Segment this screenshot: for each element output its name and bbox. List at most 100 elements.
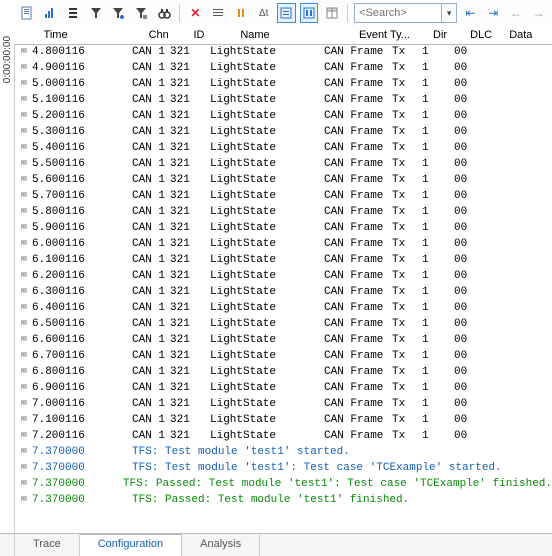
barchart-icon[interactable] [41, 3, 60, 23]
cell-dlc: 1 [422, 366, 454, 378]
toggle-a-icon[interactable] [277, 3, 296, 23]
cell-data: 00 [454, 286, 494, 298]
cell-data: 00 [454, 398, 494, 410]
table-row[interactable]: ✉ 5.500116CAN 1321LightStateCAN FrameTx1… [14, 156, 552, 172]
table-row[interactable]: ✉ 6.000116CAN 1321LightStateCAN FrameTx1… [14, 236, 552, 252]
table-row[interactable]: ✉ 5.300116CAN 1321LightStateCAN FrameTx1… [14, 124, 552, 140]
table-row[interactable]: ✉ 5.900116CAN 1321LightStateCAN FrameTx1… [14, 220, 552, 236]
table-row[interactable]: ✉ 5.200116CAN 1321LightStateCAN FrameTx1… [14, 108, 552, 124]
search-box[interactable]: ▾ [354, 3, 457, 23]
cell-name: LightState [210, 238, 324, 250]
find-prev-icon[interactable]: ← [507, 3, 526, 23]
cell-time: 5.800116 [32, 206, 132, 218]
log-row[interactable]: ✉ 7.370000TFS: Passed: Test module 'test… [14, 476, 552, 492]
header-dir[interactable]: Dir [429, 29, 466, 41]
table-row[interactable]: ✉ 7.200116CAN 1321LightStateCAN FrameTx1… [14, 428, 552, 444]
header-id[interactable]: ID [190, 29, 237, 41]
cell-evt: CAN Frame [324, 318, 392, 330]
filter2-icon[interactable] [109, 3, 128, 23]
table-row[interactable]: ✉ 5.700116CAN 1321LightStateCAN FrameTx1… [14, 188, 552, 204]
cell-time: 6.200116 [32, 270, 132, 282]
table-row[interactable]: ✉ 6.200116CAN 1321LightStateCAN FrameTx1… [14, 268, 552, 284]
table-row[interactable]: ✉ 6.600116CAN 1321LightStateCAN FrameTx1… [14, 332, 552, 348]
toggle-b-icon[interactable] [300, 3, 319, 23]
envelope-icon: ✉ [16, 381, 32, 395]
pause-icon[interactable] [232, 3, 251, 23]
tab-trace[interactable]: Trace [15, 535, 80, 556]
log-row[interactable]: ✉ 7.370000TFS: Test module 'test1': Test… [14, 460, 552, 476]
log-row[interactable]: ✉ 7.370000TFS: Passed: Test module 'test… [14, 492, 552, 508]
cell-dlc: 1 [422, 190, 454, 202]
table-row[interactable]: ✉ 7.100116CAN 1321LightStateCAN FrameTx1… [14, 412, 552, 428]
cell-data: 00 [454, 238, 494, 250]
cell-dir: Tx [392, 414, 422, 426]
collapse-icon[interactable] [63, 3, 82, 23]
cell-dir: Tx [392, 238, 422, 250]
cell-dir: Tx [392, 366, 422, 378]
table-row[interactable]: ✉ 6.100116CAN 1321LightStateCAN FrameTx1… [14, 252, 552, 268]
cell-name: LightState [210, 286, 324, 298]
table-row[interactable]: ✉ 6.300116CAN 1321LightStateCAN FrameTx1… [14, 284, 552, 300]
cell-dlc: 1 [422, 302, 454, 314]
search-dropdown-icon[interactable]: ▾ [441, 4, 456, 22]
table-row[interactable]: ✉ 6.800116CAN 1321LightStateCAN FrameTx1… [14, 364, 552, 380]
table-row[interactable]: ✉ 5.000116CAN 1321LightStateCAN FrameTx1… [14, 76, 552, 92]
cell-data: 00 [454, 382, 494, 394]
cell-dir: Tx [392, 270, 422, 282]
table-row[interactable]: ✉ 6.400116CAN 1321LightStateCAN FrameTx1… [14, 300, 552, 316]
table-row[interactable]: ✉ 4.800116CAN 1321LightStateCAN FrameTx1… [14, 44, 552, 60]
cell-data: 00 [454, 110, 494, 122]
header-time[interactable]: Time [40, 29, 145, 41]
cell-id: 321 [170, 398, 210, 410]
filter-settings-icon[interactable] [132, 3, 151, 23]
envelope-icon: ✉ [16, 173, 32, 187]
header-evt[interactable]: Event Ty... [355, 29, 429, 41]
find-prev-group-icon[interactable]: ⇤ [461, 3, 480, 23]
list-icon[interactable] [209, 3, 228, 23]
cell-name: LightState [210, 206, 324, 218]
log-row[interactable]: ✉ 7.370000TFS: Test module 'test1' start… [14, 444, 552, 460]
table-row[interactable]: ✉ 6.900116CAN 1321LightStateCAN FrameTx1… [14, 380, 552, 396]
columns-icon[interactable] [322, 3, 341, 23]
envelope-icon: ✉ [16, 77, 32, 91]
tab-configuration[interactable]: Configuration [80, 534, 182, 556]
filter-icon[interactable] [86, 3, 105, 23]
clear-icon[interactable]: ✕ [186, 3, 205, 23]
cell-time: 7.370000 [32, 494, 132, 506]
header-data[interactable]: Data [505, 29, 552, 41]
cell-dir: Tx [392, 302, 422, 314]
cell-dir: Tx [392, 62, 422, 74]
table-row[interactable]: ✉ 5.400116CAN 1321LightStateCAN FrameTx1… [14, 140, 552, 156]
table-row[interactable]: ✉ 5.100116CAN 1321LightStateCAN FrameTx1… [14, 92, 552, 108]
table-row[interactable]: ✉ 6.500116CAN 1321LightStateCAN FrameTx1… [14, 316, 552, 332]
delta-t-icon[interactable]: Δt [254, 3, 273, 23]
cell-chn: CAN 1 [132, 174, 170, 186]
envelope-icon: ✉ [16, 413, 32, 427]
cell-time: 5.200116 [32, 110, 132, 122]
table-row[interactable]: ✉ 7.000116CAN 1321LightStateCAN FrameTx1… [14, 396, 552, 412]
header-dlc[interactable]: DLC [466, 29, 505, 41]
page-icon[interactable] [18, 3, 37, 23]
header-name[interactable]: Name [236, 29, 355, 41]
grid-body[interactable]: ✉ 4.800116CAN 1321LightStateCAN FrameTx1… [14, 44, 552, 534]
header-chn[interactable]: Chn [145, 29, 190, 41]
cell-evt: CAN Frame [324, 398, 392, 410]
binoculars-icon[interactable] [154, 3, 173, 23]
tab-analysis[interactable]: Analysis [182, 535, 260, 556]
cell-name: LightState [210, 254, 324, 266]
cell-dlc: 1 [422, 254, 454, 266]
table-row[interactable]: ✉ 5.800116CAN 1321LightStateCAN FrameTx1… [14, 204, 552, 220]
cell-evt: CAN Frame [324, 62, 392, 74]
cell-dlc: 1 [422, 126, 454, 138]
table-row[interactable]: ✉ 4.900116CAN 1321LightStateCAN FrameTx1… [14, 60, 552, 76]
find-next-icon[interactable]: → [529, 3, 548, 23]
table-row[interactable]: ✉ 5.600116CAN 1321LightStateCAN FrameTx1… [14, 172, 552, 188]
cell-chn: CAN 1 [132, 414, 170, 426]
search-input[interactable] [355, 5, 441, 21]
cell-name: LightState [210, 142, 324, 154]
cell-dlc: 1 [422, 222, 454, 234]
cell-data: 00 [454, 142, 494, 154]
cell-id: 321 [170, 366, 210, 378]
find-next-group-icon[interactable]: ⇥ [484, 3, 503, 23]
table-row[interactable]: ✉ 6.700116CAN 1321LightStateCAN FrameTx1… [14, 348, 552, 364]
